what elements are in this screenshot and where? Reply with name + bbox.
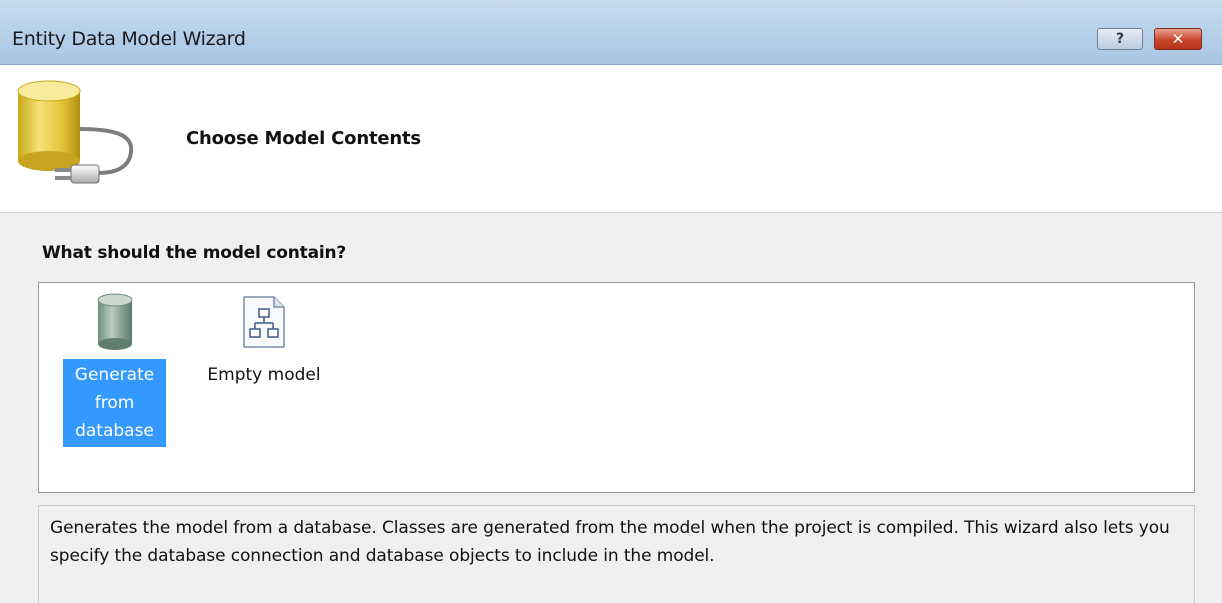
model-contents-list[interactable]: Generate from database Empty model bbox=[38, 282, 1195, 493]
database-connection-icon bbox=[17, 80, 134, 184]
model-contents-question: What should the model contain? bbox=[42, 243, 347, 263]
help-icon: ? bbox=[1115, 31, 1125, 47]
list-item-label: Generate from database bbox=[63, 359, 166, 447]
wizard-window: Entity Data Model Wizard ? ✕ Choose Mode… bbox=[0, 0, 1222, 603]
title-bar[interactable]: Entity Data Model Wizard ? ✕ bbox=[0, 0, 1222, 65]
wizard-header: Choose Model Contents bbox=[0, 65, 1222, 213]
item-description: Generates the model from a database. Cla… bbox=[38, 505, 1195, 603]
list-item-generate-from-database[interactable]: Generate from database bbox=[63, 293, 166, 447]
database-icon bbox=[97, 293, 132, 350]
close-icon: ✕ bbox=[1171, 30, 1185, 48]
empty-model-icon bbox=[243, 296, 285, 348]
help-button[interactable]: ? bbox=[1097, 28, 1143, 50]
window-title: Entity Data Model Wizard bbox=[12, 28, 246, 50]
close-button[interactable]: ✕ bbox=[1154, 28, 1202, 50]
list-item-empty-model[interactable]: Empty model bbox=[189, 293, 339, 391]
page-title: Choose Model Contents bbox=[186, 128, 421, 149]
list-item-label: Empty model bbox=[207, 365, 321, 385]
